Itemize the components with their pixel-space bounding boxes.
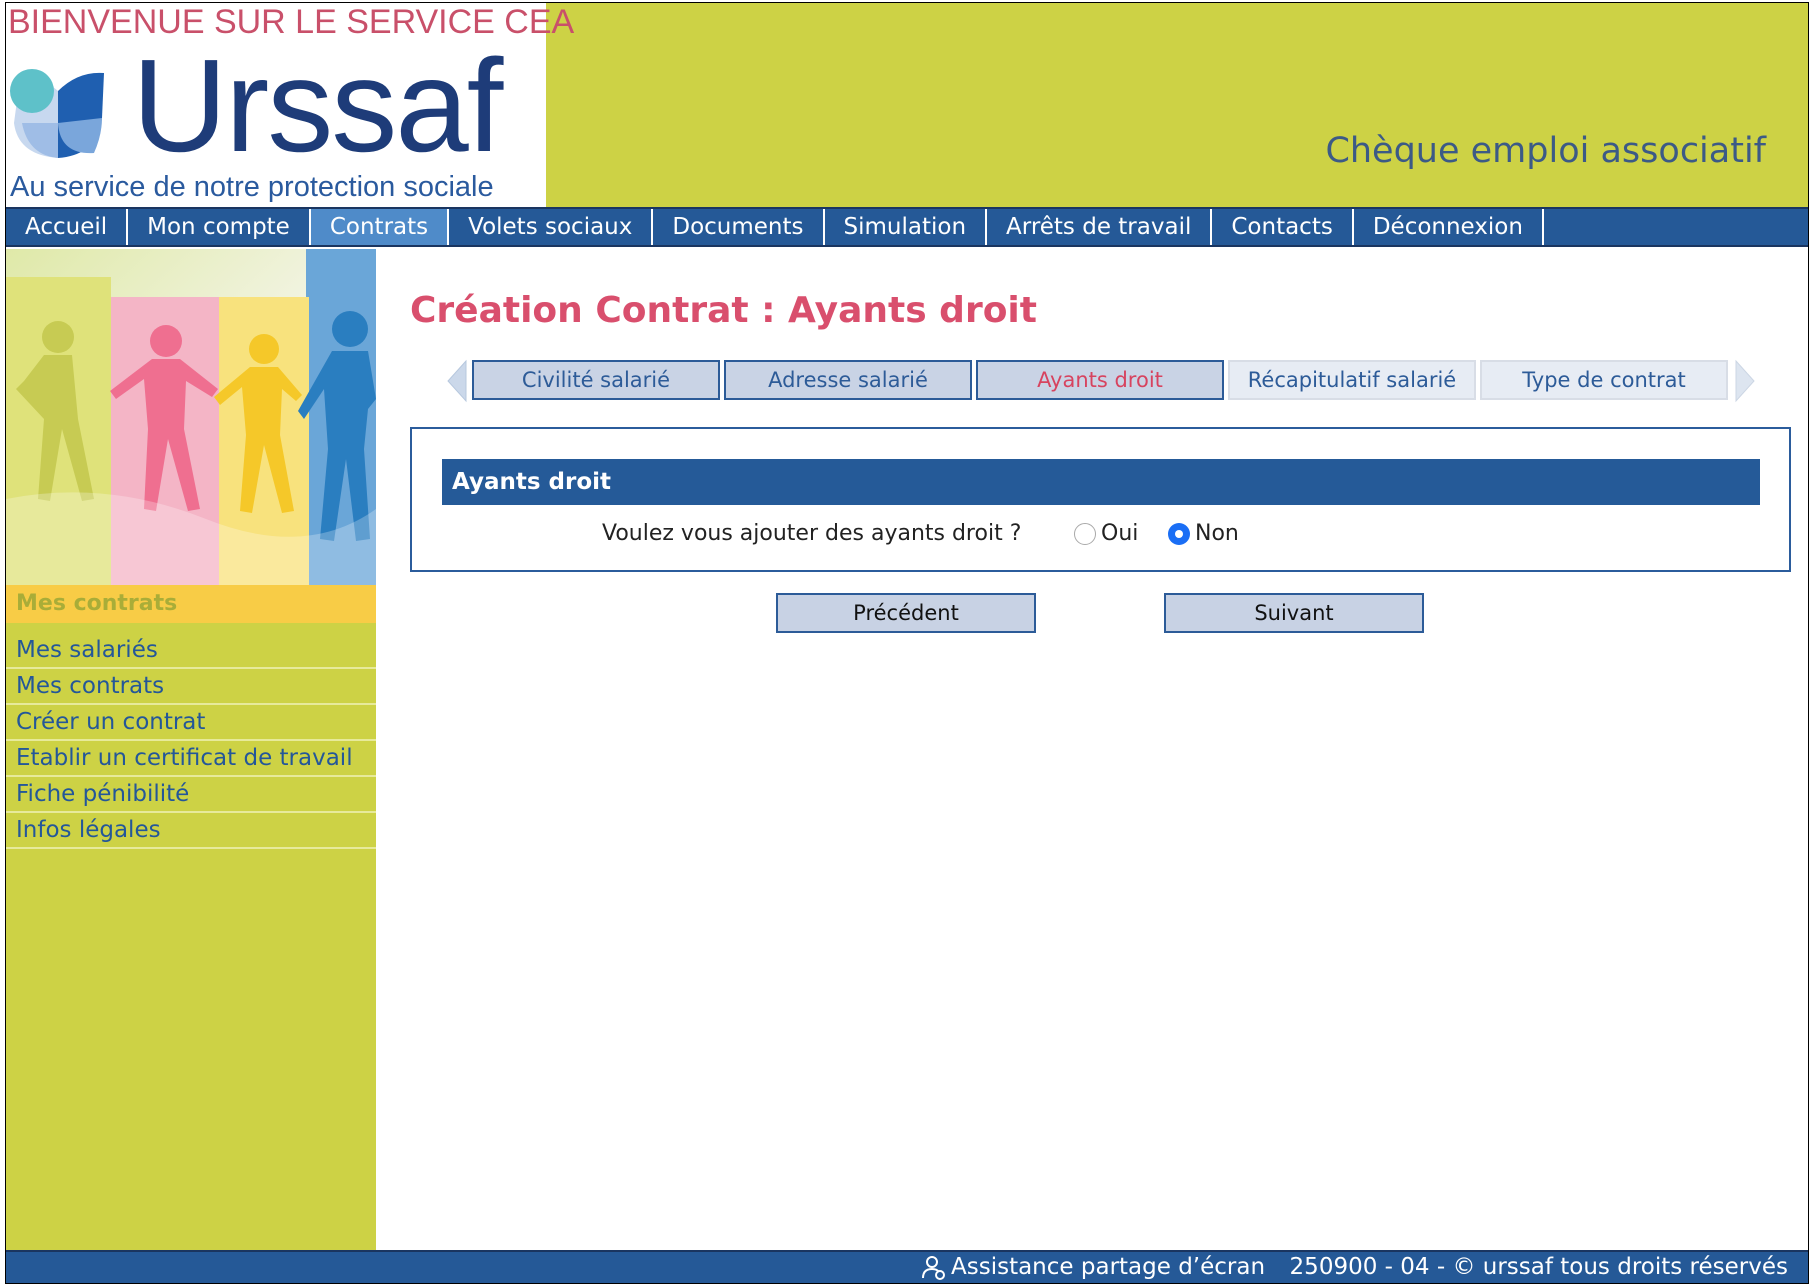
step-recapitulatif-salarie[interactable]: Récapitulatif salarié: [1228, 360, 1476, 400]
nav-item-simulation[interactable]: Simulation: [825, 209, 988, 245]
radio-oui[interactable]: Oui: [1074, 521, 1138, 546]
screen-share-person-icon: [922, 1256, 945, 1280]
nav-item-deconnexion[interactable]: Déconnexion: [1354, 209, 1544, 245]
screen-share-assistance-link[interactable]: Assistance partage d’écran: [921, 1252, 1265, 1282]
ayants-droit-question: Voulez vous ajouter des ayants droit ?: [602, 521, 1022, 546]
page-title: Création Contrat : Ayants droit: [410, 290, 1037, 331]
sidebar-item-certificat-travail[interactable]: Etablir un certificat de travail: [6, 741, 376, 777]
footer: Assistance partage d’écran 250900 - 04 -…: [6, 1250, 1808, 1283]
radio-oui-label: Oui: [1101, 521, 1139, 546]
brand-tagline: Au service de notre protection sociale: [10, 171, 494, 203]
sidebar-item-fiche-penibilite[interactable]: Fiche pénibilité: [6, 777, 376, 813]
radio-non[interactable]: Non: [1168, 521, 1239, 546]
urssaf-logo-icon: [10, 69, 104, 158]
sidebar-item-infos-legales[interactable]: Infos légales: [6, 813, 376, 849]
header-banner: BIENVENUE SUR LE SERVICE CEA Urssaf Au s…: [6, 3, 1808, 207]
sidebar: Mes contrats Mes salariés Mes contrats C…: [6, 249, 376, 1250]
main-nav: Accueil Mon compte Contrats Volets socia…: [6, 207, 1808, 247]
nav-item-volets-sociaux[interactable]: Volets sociaux: [449, 209, 654, 245]
nav-item-contrats[interactable]: Contrats: [310, 209, 450, 245]
step-adresse-salarie[interactable]: Adresse salarié: [724, 360, 972, 400]
step-ayants-droit[interactable]: Ayants droit: [976, 360, 1224, 400]
step-type-de-contrat[interactable]: Type de contrat: [1480, 360, 1728, 400]
nav-item-arrets-de-travail[interactable]: Arrêts de travail: [987, 209, 1213, 245]
previous-button[interactable]: Précédent: [776, 593, 1036, 633]
app-title: Chèque emploi associatif: [1325, 131, 1766, 171]
nav-item-accueil[interactable]: Accueil: [6, 209, 129, 245]
steps-scroll-right-icon[interactable]: [1734, 358, 1758, 404]
nav-item-documents[interactable]: Documents: [653, 209, 825, 245]
sidebar-item-mes-contrats[interactable]: Mes contrats: [6, 669, 376, 705]
sidebar-section-title: Mes contrats: [6, 585, 376, 623]
sidebar-menu: Mes salariés Mes contrats Créer un contr…: [6, 633, 376, 849]
copyright-text: 250900 - 04 - © urssaf tous droits réser…: [1289, 1254, 1788, 1280]
next-button[interactable]: Suivant: [1164, 593, 1424, 633]
panel-heading: Ayants droit: [442, 459, 1760, 505]
nav-item-contacts[interactable]: Contacts: [1212, 209, 1354, 245]
step-civilite-salarie[interactable]: Civilité salarié: [472, 360, 720, 400]
radio-non-label: Non: [1195, 521, 1239, 546]
steps-scroll-left-icon[interactable]: [444, 358, 468, 404]
radio-non-circle[interactable]: [1168, 522, 1190, 545]
people-illustration: [6, 249, 376, 585]
sidebar-item-mes-salaries[interactable]: Mes salariés: [6, 633, 376, 669]
urssaf-logo-area: BIENVENUE SUR LE SERVICE CEA Urssaf Au s…: [6, 3, 574, 207]
nav-item-mon-compte[interactable]: Mon compte: [128, 209, 311, 245]
brand-wordmark: Urssaf: [132, 32, 503, 179]
ayants-droit-panel: Ayants droit Voulez vous ajouter des aya…: [410, 427, 1791, 572]
screen-share-assistance-label: Assistance partage d’écran: [951, 1254, 1266, 1280]
sidebar-item-creer-contrat[interactable]: Créer un contrat: [6, 705, 376, 741]
radio-oui-circle[interactable]: [1074, 522, 1096, 545]
